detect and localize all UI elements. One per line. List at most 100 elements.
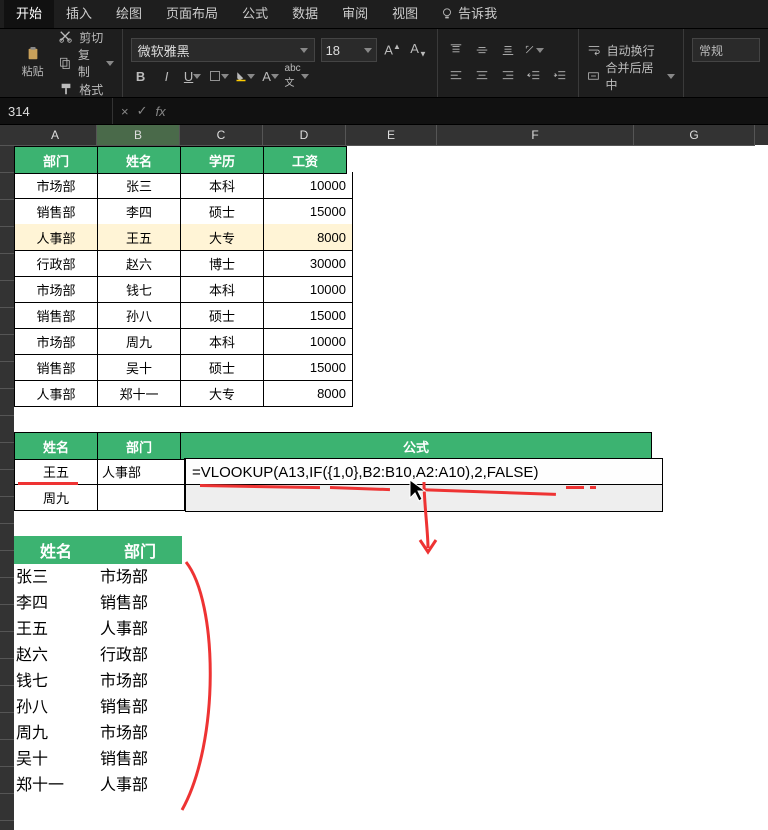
table2-cell (98, 484, 185, 511)
column-header-D[interactable]: D (263, 125, 346, 146)
select-all-corner[interactable] (0, 125, 14, 146)
copy-button[interactable]: 复制 (59, 52, 113, 74)
row-header[interactable] (0, 281, 14, 308)
name-box[interactable]: 314 (0, 98, 113, 124)
number-format-select[interactable]: 常规 (692, 38, 760, 62)
number-format-value: 常规 (699, 42, 723, 59)
align-left-icon (449, 69, 463, 83)
cancel-formula-button[interactable]: × (121, 104, 129, 119)
column-headers: ABCDEFG (14, 125, 768, 145)
row-header[interactable] (0, 227, 14, 254)
row-header[interactable] (0, 578, 14, 605)
align-left-button[interactable] (446, 66, 466, 86)
wrap-text-button[interactable]: 自动换行 (587, 39, 675, 61)
chevron-down-icon (193, 74, 201, 79)
row-header[interactable] (0, 551, 14, 578)
row-header[interactable] (0, 821, 14, 830)
decrease-font-icon: A▼ (410, 41, 427, 59)
table1-cell: 8000 (264, 224, 353, 251)
align-bottom-button[interactable] (498, 40, 518, 60)
row-header[interactable] (0, 767, 14, 794)
table1-cell: 15000 (264, 354, 353, 381)
table1-cell: 销售部 (14, 198, 98, 225)
column-header-F[interactable]: F (437, 125, 634, 146)
table3-cell: 销售部 (98, 744, 182, 770)
column-header-G[interactable]: G (634, 125, 755, 146)
formula-bar: 314 × ✓ fx (0, 97, 768, 125)
font-color-button[interactable]: A (261, 66, 281, 86)
row-header[interactable] (0, 794, 14, 821)
row-header[interactable] (0, 605, 14, 632)
name-box-value: 314 (8, 104, 30, 119)
confirm-formula-button[interactable]: ✓ (137, 103, 148, 119)
fill-color-button[interactable] (235, 66, 255, 86)
row-header[interactable] (0, 659, 14, 686)
row-header[interactable] (0, 146, 14, 173)
paste-label: 粘贴 (22, 63, 44, 79)
phonetic-button[interactable]: abc文 (287, 66, 307, 86)
row-header[interactable] (0, 713, 14, 740)
decrease-indent-button[interactable] (524, 66, 544, 86)
border-button[interactable] (209, 66, 229, 86)
table3-cell: 吴十 (14, 744, 98, 770)
align-center-icon (475, 69, 489, 83)
fx-icon[interactable]: fx (156, 104, 166, 119)
tab-公式[interactable]: 公式 (230, 0, 280, 28)
row-header[interactable] (0, 308, 14, 335)
column-header-A[interactable]: A (14, 125, 97, 146)
align-middle-button[interactable] (472, 40, 492, 60)
row-header[interactable] (0, 632, 14, 659)
row-header[interactable] (0, 524, 14, 551)
row-header[interactable] (0, 470, 14, 497)
row-header[interactable] (0, 362, 14, 389)
merge-center-button[interactable]: 合并后居中 (587, 65, 675, 87)
row-header[interactable] (0, 686, 14, 713)
align-center-button[interactable] (472, 66, 492, 86)
merge-label: 合并后居中 (606, 59, 661, 93)
column-header-B[interactable]: B (97, 125, 180, 146)
table1-cell: 销售部 (14, 302, 98, 329)
row-header[interactable] (0, 416, 14, 443)
table1-cell: 博士 (181, 250, 264, 277)
font-name-select[interactable]: 微软雅黑 (131, 38, 315, 62)
table2-formula-cell[interactable] (185, 484, 663, 512)
decrease-font-button[interactable]: A▼ (409, 40, 429, 60)
tab-审阅[interactable]: 审阅 (330, 0, 380, 28)
underline-button[interactable]: U (183, 66, 203, 86)
column-header-E[interactable]: E (346, 125, 437, 146)
wrap-label: 自动换行 (607, 42, 655, 59)
chevron-down-icon (300, 48, 308, 53)
row-header[interactable] (0, 443, 14, 470)
spreadsheet-grid[interactable]: 部门姓名学历工资市场部张三本科10000销售部李四硕士15000人事部王五大专8… (14, 146, 768, 830)
tab-数据[interactable]: 数据 (280, 0, 330, 28)
row-header[interactable] (0, 254, 14, 281)
increase-indent-button[interactable] (550, 66, 570, 86)
table1-cell: 10000 (264, 328, 353, 355)
row-header[interactable] (0, 740, 14, 767)
cut-button[interactable]: 剪切 (59, 26, 113, 48)
row-header[interactable] (0, 173, 14, 200)
row-header[interactable] (0, 497, 14, 524)
tab-视图[interactable]: 视图 (380, 0, 430, 28)
orientation-button[interactable] (524, 40, 544, 60)
align-middle-icon (475, 43, 489, 57)
column-header-C[interactable]: C (180, 125, 263, 146)
italic-button[interactable]: I (157, 66, 177, 86)
paste-button[interactable]: 粘贴 (12, 47, 53, 79)
row-header[interactable] (0, 389, 14, 416)
bold-button[interactable]: B (131, 66, 151, 86)
format-painter-button[interactable]: 格式 (59, 78, 113, 100)
row-header[interactable] (0, 335, 14, 362)
align-top-button[interactable] (446, 40, 466, 60)
font-size-select[interactable]: 18 (321, 38, 377, 62)
align-top-icon (449, 43, 463, 57)
cut-label: 剪切 (79, 29, 103, 46)
align-right-button[interactable] (498, 66, 518, 86)
chevron-down-icon (271, 74, 279, 79)
table1-cell: 李四 (98, 198, 181, 225)
tab-页面布局[interactable]: 页面布局 (154, 0, 230, 28)
row-header[interactable] (0, 200, 14, 227)
increase-font-button[interactable]: A▲ (383, 40, 403, 60)
table2-formula-cell[interactable]: =VLOOKUP(A13,IF({1,0},B2:B10,A2:A10),2,F… (185, 458, 663, 486)
tell-me-button[interactable]: 告诉我 (430, 0, 507, 28)
